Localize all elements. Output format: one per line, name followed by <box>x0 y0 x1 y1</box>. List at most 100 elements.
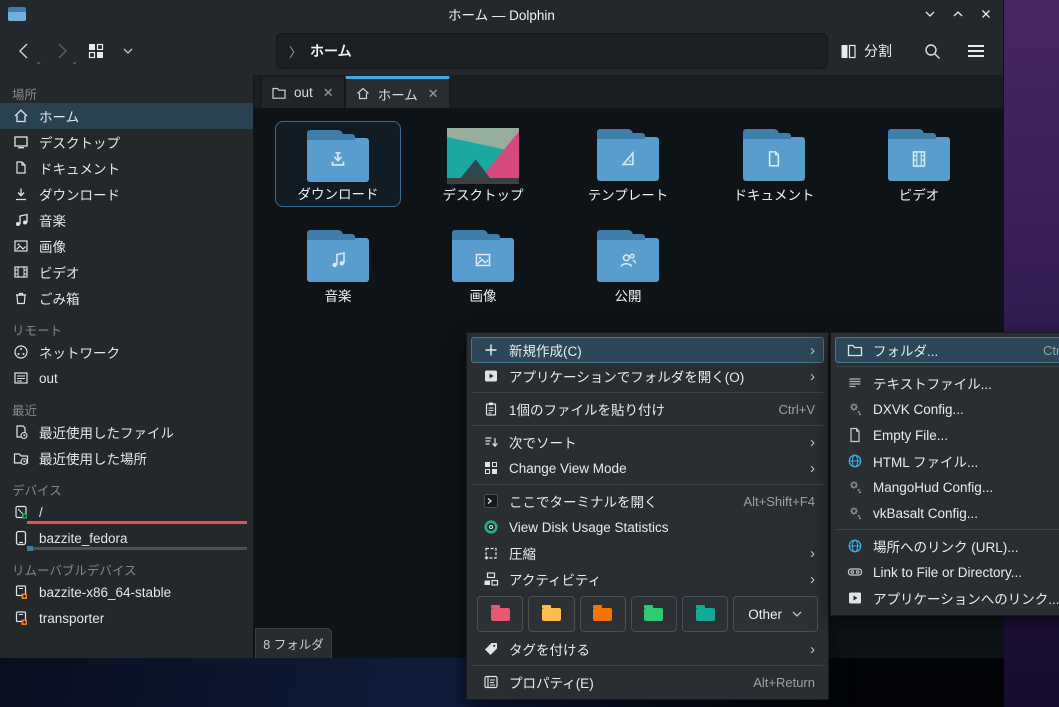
chevron-down-icon <box>792 611 802 617</box>
folder-color-green-button[interactable] <box>630 596 678 632</box>
view-mode-button[interactable] <box>82 35 110 67</box>
location-bar[interactable]: 〉 ホーム <box>276 33 828 69</box>
sidebar-item-music[interactable]: 音楽 <box>0 207 253 233</box>
desktop-icon <box>12 134 29 150</box>
disk-usage-icon <box>482 519 499 535</box>
menu-item-compress[interactable]: 圧縮 › <box>471 540 824 566</box>
plus-icon <box>482 342 499 358</box>
sort-icon <box>482 434 499 450</box>
menu-separator <box>836 366 1059 367</box>
sidebar-item-trash[interactable]: ごみ箱 <box>0 285 253 311</box>
menu-separator <box>472 392 823 393</box>
submenu-arrow-icon: › <box>810 341 815 359</box>
sidebar-item-recent-locations[interactable]: 最近使用した場所 <box>0 445 253 471</box>
recent-section-header: 最近 <box>12 403 38 418</box>
root-drive-icon <box>12 504 29 520</box>
submenu-item-link-to-location[interactable]: 場所へのリンク (URL)... <box>835 533 1059 559</box>
close-button[interactable] <box>977 5 995 23</box>
folder-color-other-button[interactable]: Other <box>733 596 818 632</box>
folder-item-videos[interactable]: ビデオ <box>856 121 982 207</box>
root-usage-bar <box>27 521 247 524</box>
folder-icon-downloads <box>307 130 369 182</box>
activities-icon <box>482 571 499 587</box>
tab-home[interactable]: ホーム ✕ <box>344 76 450 108</box>
menu-item-add-tags[interactable]: タグを付ける › <box>471 636 824 662</box>
sidebar-item-downloads[interactable]: ダウンロード <box>0 181 253 207</box>
folder-color-red-button[interactable] <box>477 596 524 632</box>
submenu-item-link-to-application[interactable]: アプリケーションへのリンク... <box>835 585 1059 611</box>
desktop-wallpaper-thumbnail <box>447 128 519 184</box>
folder-color-orange-button[interactable] <box>579 596 626 632</box>
chain-link-icon <box>846 564 863 580</box>
sidebar-item-network[interactable]: ネットワーク <box>0 339 253 365</box>
sidebar-item-desktop[interactable]: デスクトップ <box>0 129 253 155</box>
places-section-header: 場所 <box>12 87 38 102</box>
forward-button[interactable]: ⌄ <box>46 35 78 67</box>
submenu-arrow-icon: › <box>810 433 815 451</box>
submenu-item-dxvk-config[interactable]: DXVK Config... <box>835 396 1059 422</box>
submenu-item-empty-file[interactable]: Empty File... <box>835 422 1059 448</box>
menu-item-open-folder-with[interactable]: アプリケーションでフォルダを開く(O) › <box>471 363 824 389</box>
app-link-icon <box>846 590 863 606</box>
menu-item-sort-by[interactable]: 次でソート › <box>471 429 824 455</box>
submenu-item-vkbasalt-config[interactable]: vkBasalt Config... <box>835 500 1059 526</box>
globe-icon <box>846 453 863 469</box>
folder-item-music[interactable]: 音楽 <box>275 222 401 308</box>
split-view-button[interactable]: 分割 <box>834 35 898 67</box>
submenu-arrow-icon: › <box>810 544 815 562</box>
search-button[interactable] <box>918 35 947 67</box>
submenu-item-folder[interactable]: フォルダ... Ctrl <box>835 337 1059 363</box>
menu-item-paste[interactable]: 1個のファイルを貼り付け Ctrl+V <box>471 396 824 422</box>
maximize-button[interactable] <box>949 5 967 23</box>
tab-close-icon[interactable]: ✕ <box>428 86 439 102</box>
sidebar-item-root[interactable]: / <box>0 499 253 525</box>
menu-item-activities[interactable]: アクティビティ › <box>471 566 824 592</box>
submenu-item-html-file[interactable]: HTML ファイル... <box>835 448 1059 474</box>
folder-item-templates[interactable]: テンプレート <box>565 121 691 207</box>
submenu-item-mangohud-config[interactable]: MangoHud Config... <box>835 474 1059 500</box>
open-with-app-icon <box>482 368 499 384</box>
remote-section-header: リモート <box>12 323 63 338</box>
folder-icon-music <box>307 230 369 282</box>
back-button[interactable]: ⌄ <box>10 35 42 67</box>
view-mode-caret[interactable] <box>116 35 140 67</box>
titlebar[interactable]: ホーム — Dolphin <box>0 0 1003 27</box>
sidebar-item-documents[interactable]: ドキュメント <box>0 155 253 181</box>
folder-icon-templates <box>597 129 659 181</box>
folder-item-desktop[interactable]: デスクトップ <box>420 121 546 207</box>
folder-item-documents[interactable]: ドキュメント <box>711 121 837 207</box>
submenu-item-link-to-file[interactable]: Link to File or Directory... <box>835 559 1059 585</box>
sidebar-item-bazzite-fedora[interactable]: bazzite_fedora <box>0 525 253 551</box>
devices-section-header: デバイス <box>12 483 62 498</box>
back-history-caret[interactable]: ⌄ <box>35 57 42 66</box>
breadcrumb-location[interactable]: ホーム <box>310 41 352 61</box>
sidebar-item-pictures[interactable]: 画像 <box>0 233 253 259</box>
sidebar-item-out[interactable]: out <box>0 365 253 391</box>
tab-close-icon[interactable]: ✕ <box>323 85 334 101</box>
recent-locations-icon <box>12 450 29 466</box>
folder-item-pictures[interactable]: 画像 <box>420 222 546 308</box>
folder-item-public[interactable]: 公開 <box>565 222 691 308</box>
menu-item-properties[interactable]: プロパティ(E) Alt+Return <box>471 669 824 695</box>
minimize-button[interactable] <box>921 5 939 23</box>
tab-out[interactable]: out ✕ <box>261 76 345 108</box>
sidebar-item-bazzite-stable[interactable]: bazzite-x86_64-stable <box>0 579 253 605</box>
sidebar-item-recent-files[interactable]: 最近使用したファイル <box>0 419 253 445</box>
gear-file-icon <box>846 479 863 495</box>
menu-item-open-terminal[interactable]: ここでターミナルを開く Alt+Shift+F4 <box>471 488 824 514</box>
forward-history-caret[interactable]: ⌄ <box>71 57 78 66</box>
sidebar-item-home[interactable]: ホーム <box>0 103 253 129</box>
folder-color-teal-button[interactable] <box>682 596 729 632</box>
submenu-item-text-file[interactable]: テキストファイル... <box>835 370 1059 396</box>
menu-separator <box>836 529 1059 530</box>
sidebar-item-transporter[interactable]: transporter <box>0 605 253 631</box>
menu-item-change-view-mode[interactable]: Change View Mode › <box>471 455 824 481</box>
menu-separator <box>472 484 823 485</box>
folder-color-yellow-button[interactable] <box>528 596 575 632</box>
menu-item-disk-usage[interactable]: View Disk Usage Statistics <box>471 514 824 540</box>
menu-item-create-new[interactable]: 新規作成(C) › <box>471 337 824 363</box>
folder-icon-pictures <box>452 230 514 282</box>
sidebar-item-videos[interactable]: ビデオ <box>0 259 253 285</box>
hamburger-menu-button[interactable] <box>961 35 991 67</box>
folder-item-downloads[interactable]: ダウンロード <box>275 121 401 207</box>
